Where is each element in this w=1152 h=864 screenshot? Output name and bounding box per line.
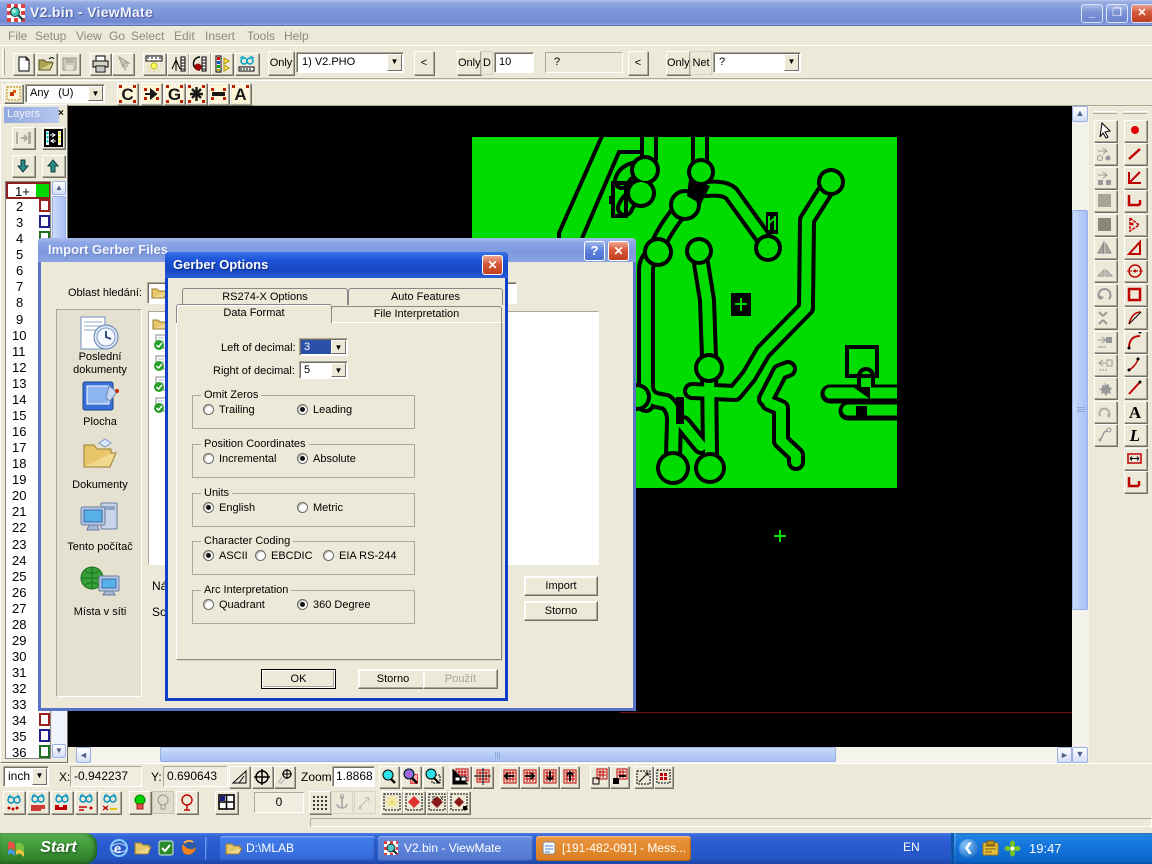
svg-text:?: ? xyxy=(122,61,129,73)
svg-text:e: e xyxy=(114,841,121,856)
svg-text:A: A xyxy=(1129,403,1142,422)
svg-text:L: L xyxy=(1129,426,1140,445)
svg-text:s: s xyxy=(432,795,436,802)
svg-text:A: A xyxy=(234,85,246,104)
svg-text:G: G xyxy=(168,85,181,104)
svg-text:x: x xyxy=(440,795,444,802)
svg-text:C: C xyxy=(121,85,133,104)
